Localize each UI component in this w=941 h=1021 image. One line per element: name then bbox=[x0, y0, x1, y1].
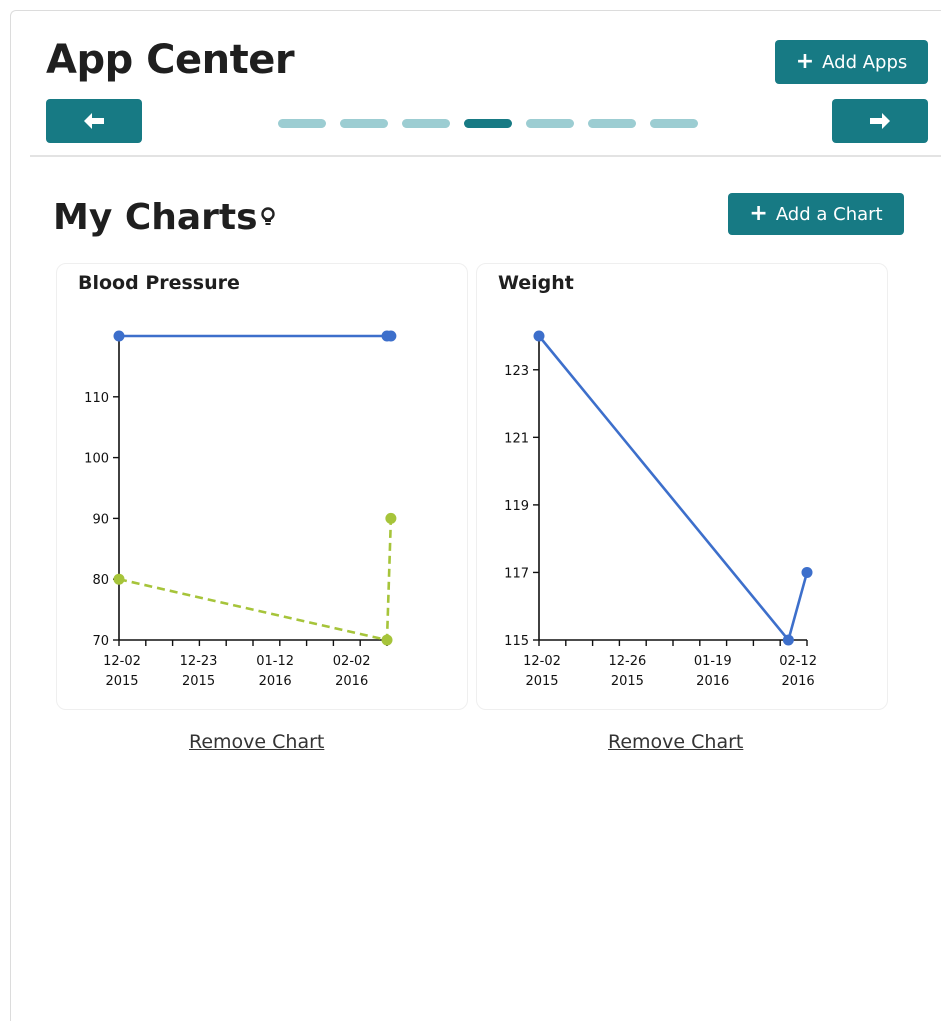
header-divider bbox=[30, 155, 941, 157]
x-tick-label: 2016 bbox=[335, 674, 368, 689]
section-title: My Charts bbox=[53, 197, 258, 238]
plus-icon: + bbox=[749, 201, 768, 226]
remove-chart-link[interactable]: Remove Chart bbox=[608, 731, 743, 753]
data-point bbox=[385, 512, 397, 524]
x-tick-label: 12-26 bbox=[608, 654, 646, 669]
blood-pressure-chart: 70 80 90 100 110 12-02 2015 12-23 2015 01-12 2016 0… bbox=[84, 330, 397, 689]
series-line bbox=[118, 518, 393, 642]
weight-chart-card: Weight 115 117 119 121 123 12-02 2015 12-26 2015… bbox=[476, 263, 888, 710]
x-tick-label: 2015 bbox=[105, 674, 138, 689]
x-tick-label: 01-12 bbox=[256, 654, 294, 669]
x-tick-label: 01-19 bbox=[694, 654, 732, 669]
plus-icon: + bbox=[795, 49, 815, 74]
y-tick-label: 123 bbox=[504, 364, 529, 379]
y-tick-label: 121 bbox=[504, 431, 529, 446]
page-dot[interactable] bbox=[588, 119, 636, 128]
x-tick-label: 2016 bbox=[696, 674, 729, 689]
page-dot[interactable] bbox=[340, 119, 388, 128]
add-chart-label: Add a Chart bbox=[775, 203, 883, 225]
arrow-right-icon bbox=[870, 113, 890, 129]
page-dot-active[interactable] bbox=[464, 119, 512, 128]
x-tick-label: 2015 bbox=[611, 674, 644, 689]
x-tick-label: 2016 bbox=[782, 674, 815, 689]
x-tick-label: 2015 bbox=[182, 674, 215, 689]
add-chart-button[interactable]: + Add a Chart bbox=[728, 193, 904, 235]
data-point bbox=[782, 634, 794, 646]
y-tick-label: 119 bbox=[504, 499, 529, 514]
page-dot[interactable] bbox=[402, 119, 450, 128]
y-tick-label: 90 bbox=[92, 512, 109, 527]
arrow-left-icon bbox=[84, 113, 104, 129]
page-dot[interactable] bbox=[650, 119, 698, 128]
weight-chart: 115 117 119 121 123 12-02 2015 12-26 2015 01-19 20… bbox=[504, 330, 817, 689]
add-apps-button[interactable]: + Add Apps bbox=[775, 40, 928, 84]
x-tick-label: 02-02 bbox=[333, 654, 371, 669]
x-tick-label: 02-12 bbox=[779, 654, 817, 669]
x-tick-label: 2016 bbox=[259, 674, 292, 689]
remove-chart-link[interactable]: Remove Chart bbox=[189, 731, 324, 753]
data-point bbox=[113, 573, 125, 585]
y-tick-label: 100 bbox=[84, 452, 109, 467]
data-point bbox=[533, 330, 545, 342]
add-apps-label: Add Apps bbox=[822, 51, 908, 73]
page-indicator bbox=[278, 119, 698, 128]
page-dot[interactable] bbox=[526, 119, 574, 128]
page-dot[interactable] bbox=[278, 119, 326, 128]
x-tick-label: 2015 bbox=[525, 674, 558, 689]
y-tick-label: 70 bbox=[92, 634, 109, 649]
series-line bbox=[537, 335, 809, 643]
next-page-button[interactable] bbox=[832, 99, 928, 143]
y-tick-label: 117 bbox=[504, 566, 529, 581]
previous-page-button[interactable] bbox=[46, 99, 142, 143]
page-title: App Center bbox=[46, 37, 295, 83]
blood-pressure-chart-card: Blood Pressure 70 80 90 100 110 12-02 2015 12-2… bbox=[56, 263, 468, 710]
y-tick-label: 115 bbox=[504, 634, 529, 649]
data-point bbox=[385, 330, 397, 342]
x-tick-label: 12-02 bbox=[103, 654, 141, 669]
y-tick-label: 80 bbox=[92, 573, 109, 588]
lightbulb-icon[interactable] bbox=[260, 206, 276, 230]
x-tick-label: 12-23 bbox=[180, 654, 218, 669]
y-tick-label: 110 bbox=[84, 391, 109, 406]
x-tick-label: 12-02 bbox=[523, 654, 561, 669]
data-point bbox=[381, 634, 393, 646]
data-point bbox=[801, 566, 813, 578]
data-point bbox=[113, 330, 125, 342]
